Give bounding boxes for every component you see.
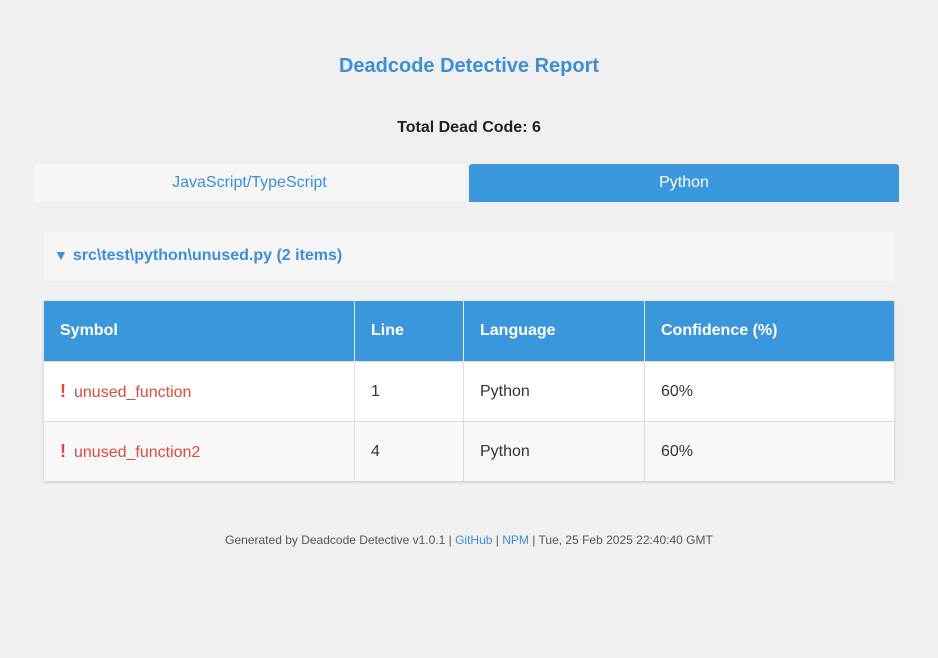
exclamation-icon: ! — [60, 441, 66, 461]
language-tabs: JavaScript/TypeScript Python — [34, 164, 899, 202]
table-row: ! unused_function 1 Python 60% — [44, 361, 894, 422]
symbol-cell: ! unused_function — [44, 361, 355, 422]
table-header-row: Symbol Line Language Confidence (%) — [44, 301, 894, 362]
footer: Generated by Deadcode Detective v1.0.1 |… — [0, 533, 938, 547]
symbol-name: unused_function — [74, 384, 192, 401]
column-header-language: Language — [463, 301, 645, 362]
column-header-symbol: Symbol — [44, 301, 355, 362]
footer-prefix: Generated by Deadcode Detective v1.0.1 | — [225, 533, 452, 547]
footer-separator: | — [495, 533, 499, 547]
confidence-cell: 60% — [644, 421, 894, 481]
tab-python[interactable]: Python — [469, 164, 899, 202]
column-header-line: Line — [354, 301, 464, 362]
github-link[interactable]: GitHub — [455, 533, 492, 547]
tab-javascript-typescript[interactable]: JavaScript/TypeScript — [34, 164, 465, 202]
column-header-confidence: Confidence (%) — [644, 301, 894, 362]
symbol-name: unused_function2 — [74, 444, 201, 461]
language-cell: Python — [463, 421, 645, 481]
table-row: ! unused_function2 4 Python 60% — [44, 421, 894, 481]
symbol-cell: ! unused_function2 — [44, 421, 355, 481]
line-cell: 1 — [354, 361, 464, 422]
triangle-down-icon: ▼ — [54, 247, 68, 263]
footer-timestamp: | Tue, 25 Feb 2025 22:40:40 GMT — [532, 533, 713, 547]
exclamation-icon: ! — [60, 381, 66, 401]
report-title: Deadcode Detective Report — [338, 55, 600, 77]
file-group-toggle[interactable]: ▼ src\test\python\unused.py (2 items) — [44, 232, 894, 281]
file-group-label: src\test\python\unused.py (2 items) — [72, 247, 343, 264]
line-cell: 4 — [354, 421, 464, 481]
total-dead-code: Total Dead Code: 6 — [397, 119, 541, 136]
dead-code-table: Symbol Line Language Confidence (%) ! unu… — [44, 301, 894, 481]
npm-link[interactable]: NPM — [502, 533, 529, 547]
confidence-cell: 60% — [644, 361, 894, 422]
language-cell: Python — [463, 361, 645, 422]
